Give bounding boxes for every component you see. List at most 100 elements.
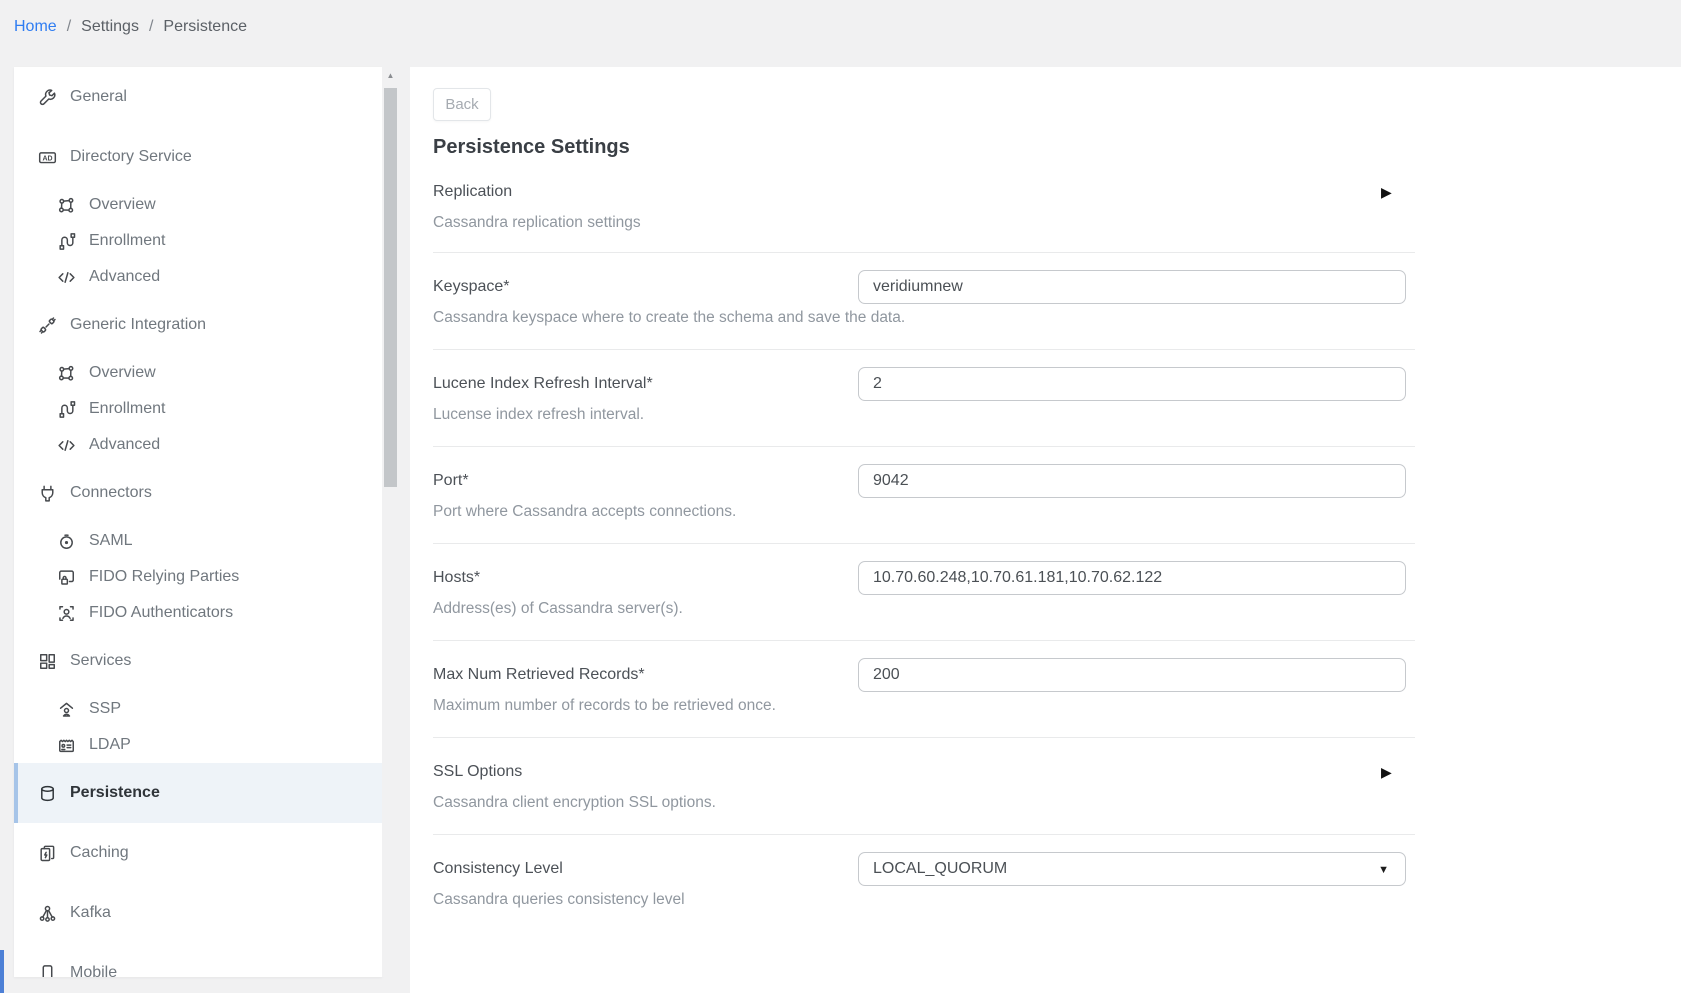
sidebar-item-label: Services — [70, 652, 131, 670]
replication-row[interactable]: Replication Cassandra replication settin… — [433, 160, 1415, 253]
breadcrumb-separator: / — [67, 18, 71, 36]
replication-expand-arrow-icon[interactable]: ▶ — [1381, 184, 1392, 200]
field-description: Address(es) of Cassandra server(s). — [433, 596, 1415, 622]
back-button[interactable]: Back — [433, 88, 491, 121]
sidebar-item-kafka[interactable]: Kafka — [14, 883, 382, 943]
hosts-input[interactable] — [858, 561, 1406, 595]
breadcrumb-item-settings: Settings — [81, 18, 139, 36]
scrollbar-thumb[interactable] — [384, 88, 397, 487]
sidebar-item-label: Enrollment — [89, 232, 165, 250]
sidebar-item-mobile[interactable]: Mobile — [14, 943, 382, 977]
sidebar-item-label: General — [70, 88, 127, 106]
field-label: SSL Options — [433, 760, 1415, 784]
sidebar-item-overview[interactable]: Overview — [14, 187, 382, 223]
sidebar-item-general[interactable]: General — [14, 67, 382, 127]
mobile-phone-icon — [38, 964, 57, 978]
consistency-level-row: Consistency Level Cassandra queries cons… — [433, 835, 1415, 931]
sidebar-item-label: SAML — [89, 532, 133, 550]
field-description: Cassandra client encryption SSL options. — [433, 790, 1415, 816]
sidebar-item-fido-authenticators[interactable]: FIDO Authenticators — [14, 595, 382, 631]
sidebar-item-persistence[interactable]: Persistence — [14, 763, 382, 823]
contact-card-icon — [57, 736, 76, 755]
dropdown-caret-icon: ▼ — [1378, 863, 1389, 877]
consistency-level-select[interactable]: LOCAL_QUORUM ▼ — [858, 852, 1406, 886]
breadcrumb-separator: / — [149, 18, 153, 36]
breadcrumb: Home / Settings / Persistence — [14, 18, 247, 36]
sidebar-item-label: Persistence — [70, 784, 160, 802]
ssl-options-expand-arrow-icon[interactable]: ▶ — [1381, 764, 1392, 780]
svg-text:AD: AD — [42, 155, 52, 162]
lucene-index-refresh-interval-row: Lucene Index Refresh Interval* Lucense i… — [433, 350, 1415, 447]
breadcrumb-item-persistence: Persistence — [163, 18, 247, 36]
max-num-retrieved-records-input[interactable] — [858, 658, 1406, 692]
sidebar-item-ssp[interactable]: SSP — [14, 691, 382, 727]
sidebar-item-label: Advanced — [89, 268, 160, 286]
person-home-icon — [57, 700, 76, 719]
left-edge-strip — [0, 950, 4, 993]
sidebar-item-generic-integration[interactable]: Generic Integration — [14, 295, 382, 355]
sidebar-item-label: Mobile — [70, 964, 117, 977]
main-content: Back Persistence Settings Replication Ca… — [410, 67, 1681, 993]
graph-nodes-icon — [57, 364, 76, 383]
port-row: Port* Port where Cassandra accepts conne… — [433, 447, 1415, 544]
sidebar-scrollbar[interactable]: ▲ — [382, 67, 399, 977]
field-description: Maximum number of records to be retrieve… — [433, 693, 1415, 719]
sidebar-item-saml[interactable]: SAML — [14, 523, 382, 559]
broadcast-nodes-icon — [38, 904, 57, 923]
sidebar-item-label: SSP — [89, 700, 121, 718]
sidebar-item-services[interactable]: Services — [14, 631, 382, 691]
sidebar-item-ldap[interactable]: LDAP — [14, 727, 382, 763]
sidebar-item-directory-service[interactable]: AD Directory Service — [14, 127, 382, 187]
keyspace-input[interactable] — [858, 270, 1406, 304]
sidebar-item-overview[interactable]: Overview — [14, 355, 382, 391]
saml-icon — [57, 532, 76, 551]
database-icon — [38, 784, 57, 803]
sidebar-item-enrollment[interactable]: Enrollment — [14, 391, 382, 427]
integration-plugs-icon — [38, 316, 57, 335]
plug-icon — [38, 484, 57, 503]
field-description: Cassandra keyspace where to create the s… — [433, 305, 1415, 331]
graph-nodes-icon — [57, 196, 76, 215]
page-title: Persistence Settings — [433, 134, 1415, 160]
port-input[interactable] — [858, 464, 1406, 498]
sidebar-item-advanced[interactable]: Advanced — [14, 427, 382, 463]
sidebar-item-advanced[interactable]: Advanced — [14, 259, 382, 295]
screen-lock-icon — [57, 568, 76, 587]
breadcrumb-item-home[interactable]: Home — [14, 18, 57, 36]
sidebar-item-label: Advanced — [89, 436, 160, 454]
sidebar-item-label: LDAP — [89, 736, 131, 754]
cache-copy-icon — [38, 844, 57, 863]
grid-icon — [38, 652, 57, 671]
keyspace-row: Keyspace* Cassandra keyspace where to cr… — [433, 253, 1415, 350]
sidebar-item-enrollment[interactable]: Enrollment — [14, 223, 382, 259]
sidebar-item-label: Overview — [89, 364, 156, 382]
code-icon — [57, 436, 76, 455]
workflow-icon — [57, 232, 76, 251]
wrench-icon — [38, 88, 57, 107]
field-label: Replication — [433, 180, 1415, 204]
sidebar-item-label: Generic Integration — [70, 316, 206, 334]
sidebar-item-connectors[interactable]: Connectors — [14, 463, 382, 523]
sidebar-item-fido-relying-parties[interactable]: FIDO Relying Parties — [14, 559, 382, 595]
hosts-row: Hosts* Address(es) of Cassandra server(s… — [433, 544, 1415, 641]
active-directory-icon: AD — [38, 148, 57, 167]
field-description: Cassandra replication settings — [433, 210, 1415, 236]
sidebar-item-label: FIDO Authenticators — [89, 604, 233, 622]
field-description: Port where Cassandra accepts connections… — [433, 499, 1415, 525]
code-icon — [57, 268, 76, 287]
settings-sidebar: General AD Directory Service Overview En… — [14, 67, 382, 977]
workflow-icon — [57, 400, 76, 419]
sidebar-item-label: Connectors — [70, 484, 152, 502]
sidebar-item-label: FIDO Relying Parties — [89, 568, 239, 586]
field-description: Cassandra queries consistency level — [433, 887, 1415, 913]
field-description: Lucense index refresh interval. — [433, 402, 1415, 428]
select-value: LOCAL_QUORUM — [873, 860, 1007, 878]
lucene-index-refresh-interval-input[interactable] — [858, 367, 1406, 401]
person-scan-icon — [57, 604, 76, 623]
settings-form: Replication Cassandra replication settin… — [433, 160, 1415, 931]
sidebar-item-caching[interactable]: Caching — [14, 823, 382, 883]
sidebar-item-label: Kafka — [70, 904, 111, 922]
max-num-retrieved-records-row: Max Num Retrieved Records* Maximum numbe… — [433, 641, 1415, 738]
scrollbar-up-arrow-icon[interactable]: ▲ — [382, 67, 399, 84]
ssl-options-row[interactable]: SSL Options Cassandra client encryption … — [433, 738, 1415, 835]
